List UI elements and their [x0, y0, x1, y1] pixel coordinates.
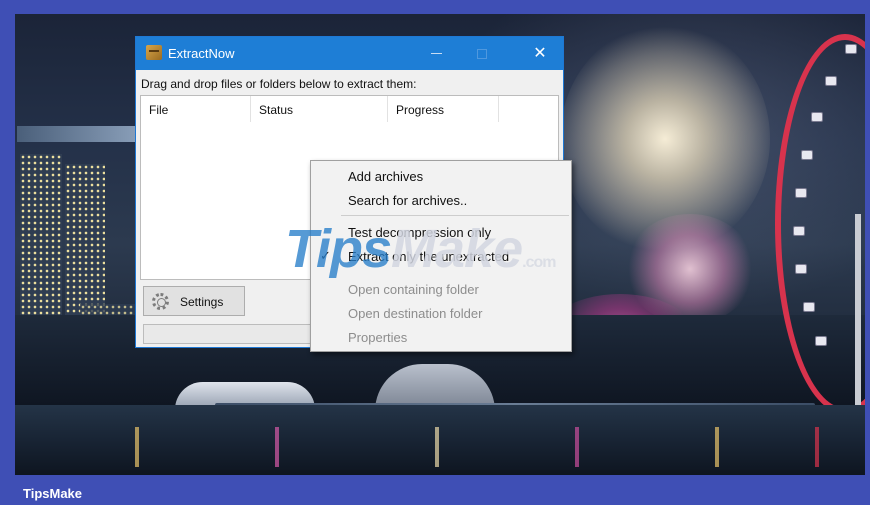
light-reflection [275, 427, 279, 467]
minimize-button[interactable] [413, 37, 459, 70]
column-header-file[interactable]: File [141, 96, 251, 122]
ferris-wheel-pod [811, 112, 823, 122]
column-header-progress[interactable]: Progress [388, 96, 499, 122]
ferris-wheel-pod [845, 44, 857, 54]
status-bar [143, 324, 318, 344]
settings-button[interactable]: Settings [143, 286, 245, 316]
menu-item-properties[interactable]: Properties [311, 325, 571, 349]
ferris-wheel-pod [793, 226, 805, 236]
window-title: ExtractNow [168, 46, 235, 61]
maximize-button[interactable] [459, 37, 505, 70]
light-reflection [575, 427, 579, 467]
ferris-wheel-pod [825, 76, 837, 86]
close-button[interactable]: ✕ [517, 37, 563, 70]
ferris-wheel-pod [801, 150, 813, 160]
ferris-wheel-support [855, 214, 861, 414]
menu-item-search-archives[interactable]: Search for archives.. [311, 188, 571, 212]
menu-item-open-containing-folder[interactable]: Open containing folder [311, 277, 571, 301]
ferris-wheel-pod [795, 188, 807, 198]
column-header-status[interactable]: Status [251, 96, 388, 122]
drop-hint-label: Drag and drop files or folders below to … [141, 77, 417, 91]
settings-label: Settings [180, 295, 224, 309]
footer-brand: TipsMake [23, 486, 83, 501]
watermark-part-tips: Tips [285, 219, 392, 279]
menu-item-add-archives[interactable]: Add archives [311, 164, 571, 188]
ferris-wheel-pod [803, 302, 815, 312]
ferris-wheel-pod [815, 336, 827, 346]
light-reflection [435, 427, 439, 467]
watermark-part-com: .com [522, 254, 556, 271]
maximize-icon [477, 48, 487, 59]
light-reflection [135, 427, 139, 467]
bay-water [15, 405, 865, 475]
minimize-icon [430, 53, 442, 54]
menu-separator [341, 215, 569, 216]
skypark-roof [17, 126, 147, 142]
watermark-part-make: Make [391, 219, 523, 279]
tipsmake-watermark: TipsMake.com [285, 218, 556, 280]
light-reflection [815, 427, 819, 467]
gear-icon [152, 293, 169, 310]
title-bar[interactable]: ExtractNow ✕ [136, 37, 563, 70]
close-icon: ✕ [533, 44, 547, 62]
light-reflection [715, 427, 719, 467]
menu-item-open-destination-folder[interactable]: Open destination folder [311, 301, 571, 325]
package-icon [146, 45, 162, 60]
ferris-wheel-pod [795, 264, 807, 274]
